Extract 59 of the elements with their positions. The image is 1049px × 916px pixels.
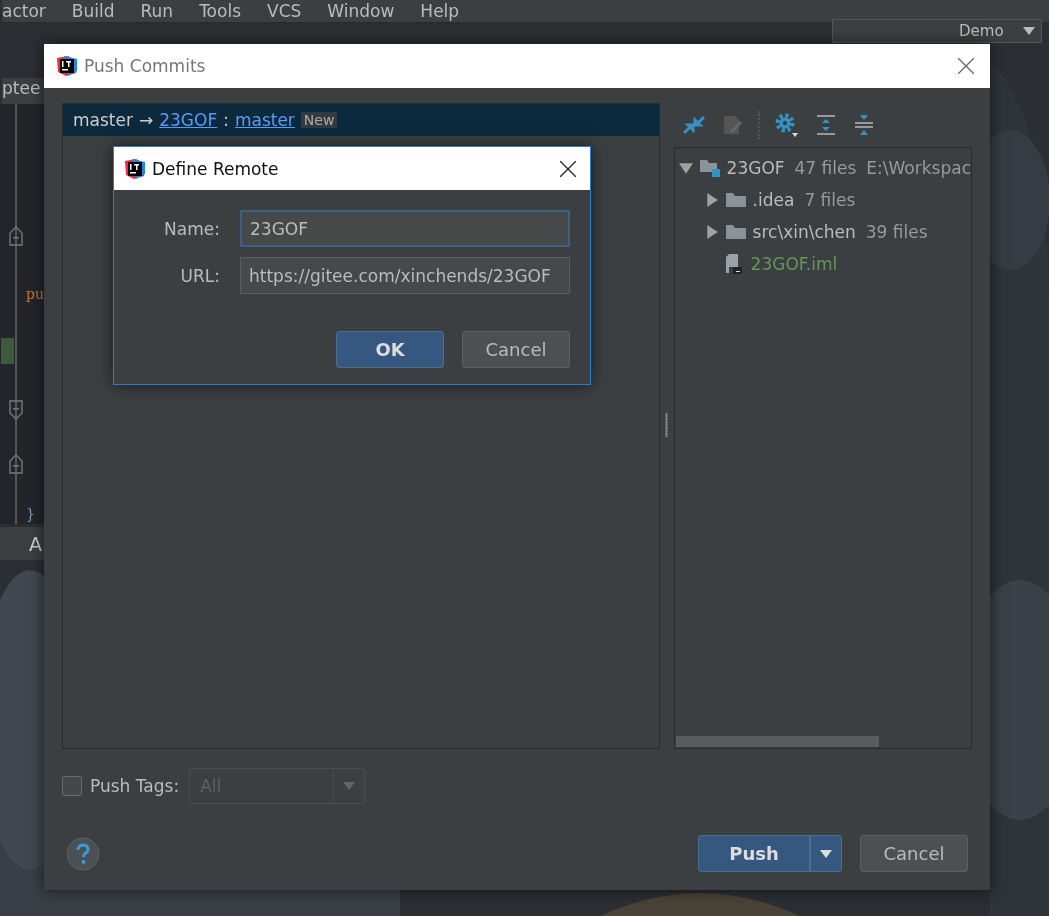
- field-label: Name:: [163, 218, 220, 239]
- tree-item-name[interactable]: src\xin\chen: [752, 222, 856, 242]
- app-logo-icon: [124, 157, 146, 180]
- file-icon: [724, 253, 745, 275]
- dialog-title: Push Commits: [84, 56, 207, 76]
- menu-item[interactable]: Window: [327, 1, 395, 21]
- change-marker: [1, 338, 14, 364]
- code-text: }: [26, 506, 35, 522]
- menu-item[interactable]: Run: [140, 1, 174, 21]
- expand-arrow-icon[interactable]: [704, 225, 719, 239]
- module-folder-icon: [698, 158, 721, 178]
- dropdown-arrow-icon: [343, 782, 356, 790]
- menu-item[interactable]: VCS: [267, 1, 302, 21]
- fold-icon[interactable]: [9, 454, 23, 474]
- path-text: E:\Workspac: [866, 158, 971, 178]
- new-badge: New: [300, 112, 338, 128]
- dropdown-arrow-icon: [1023, 27, 1035, 35]
- push-tags-label: Push Tags:: [90, 776, 180, 796]
- fold-icon[interactable]: [9, 400, 23, 420]
- push-options-button[interactable]: [810, 835, 842, 872]
- caret-icon: [820, 849, 832, 858]
- text-field[interactable]: https://gitee.com/xinchends/23GOF: [240, 257, 570, 294]
- settings-icon[interactable]: [773, 112, 800, 138]
- collapse-arrow-icon[interactable]: [678, 161, 693, 175]
- separator-text: :: [223, 110, 229, 130]
- menu-item[interactable]: Help: [420, 1, 460, 21]
- menu-item[interactable]: actor: [2, 1, 46, 21]
- app-logo-icon: [56, 55, 78, 77]
- arrow-text: →: [138, 110, 154, 130]
- fold-icon[interactable]: [9, 226, 23, 246]
- push-button[interactable]: Push: [698, 835, 810, 872]
- remote-branch-link[interactable]: master: [234, 110, 295, 130]
- scrollbar-thumb[interactable]: [675, 736, 879, 747]
- help-icon[interactable]: [65, 835, 101, 872]
- code-text: pu: [26, 286, 44, 302]
- remote-link[interactable]: 23GOF: [159, 110, 218, 130]
- tree-item-name[interactable]: .idea: [752, 190, 795, 210]
- local-branch: master: [73, 110, 133, 130]
- folder-icon: [724, 223, 747, 241]
- run-configuration-dropdown[interactable]: Demo: [832, 19, 1042, 43]
- dialog-title: Define Remote: [152, 158, 280, 179]
- text-field[interactable]: 23GOF: [240, 210, 570, 247]
- tool-window-tab[interactable]: A: [0, 526, 44, 560]
- branch-row[interactable]: master → 23GOF : master New: [63, 104, 659, 136]
- cancel-button[interactable]: Cancel: [860, 835, 968, 872]
- folder-icon: [724, 191, 747, 209]
- menu-item[interactable]: Tools: [199, 1, 241, 21]
- tree-item-name[interactable]: 23GOF: [726, 158, 785, 178]
- cancel-button[interactable]: Cancel: [462, 331, 570, 368]
- tree-item-name[interactable]: 23GOF.iml: [750, 254, 838, 274]
- field-label: URL:: [179, 265, 220, 286]
- close-icon[interactable]: [560, 160, 576, 177]
- file-count: 39 files: [865, 222, 928, 242]
- menu-item[interactable]: Build: [71, 1, 115, 21]
- file-count: 47 files: [794, 158, 857, 178]
- ok-button[interactable]: OK: [336, 331, 444, 368]
- merge-arrows-icon[interactable]: [681, 113, 706, 137]
- file-count: 7 files: [804, 190, 856, 210]
- expand-arrow-icon[interactable]: [704, 193, 719, 207]
